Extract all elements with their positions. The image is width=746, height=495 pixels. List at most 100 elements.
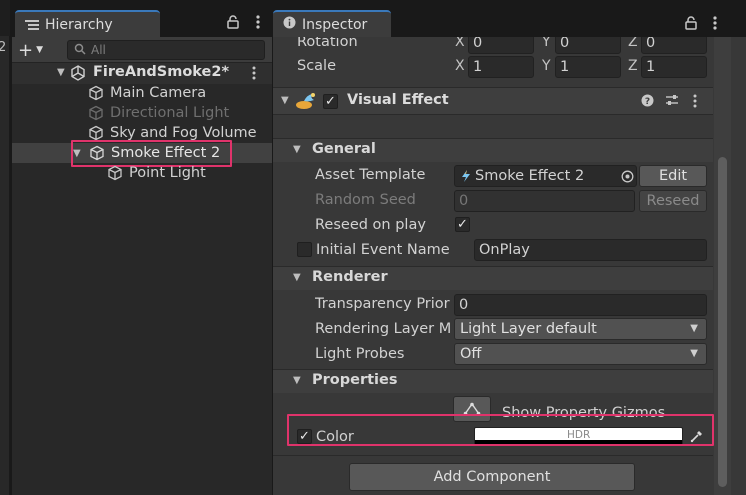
asset-template-label: Asset Template xyxy=(315,167,426,183)
inspector-tabbar: Inspector xyxy=(273,10,746,37)
vfx-asset-icon xyxy=(460,169,472,186)
rotation-x-label: X xyxy=(455,37,465,50)
tab-hierarchy-label: Hierarchy xyxy=(45,16,113,33)
transparency-priority-field[interactable]: 0 xyxy=(454,294,707,316)
tab-inspector-label: Inspector xyxy=(302,16,368,33)
chevron-down-icon: ▼ xyxy=(36,45,44,55)
random-seed-label: Random Seed xyxy=(315,192,416,208)
properties-header: Properties xyxy=(312,372,398,388)
list-icon xyxy=(25,19,39,31)
random-seed-field[interactable]: 0 xyxy=(454,190,635,212)
asset-template-field[interactable]: Smoke Effect 2 xyxy=(454,165,637,187)
tab-inspector[interactable]: Inspector xyxy=(273,10,391,37)
dropdown-arrow-icon: ▼ xyxy=(690,348,698,359)
scale-x-field[interactable]: 1 xyxy=(468,56,534,78)
hierarchy-tabbar: Hierarchy xyxy=(12,10,272,37)
light-probes-dropdown[interactable]: Off ▼ xyxy=(454,343,707,365)
rotation-x-field[interactable]: 0 xyxy=(468,37,534,54)
expand-arrow-icon[interactable]: ▼ xyxy=(293,272,301,283)
inspector-panel: Inspector Rotation X 0 Y 0 Z 0 Scale X 1… xyxy=(273,10,746,495)
scene-row[interactable]: ▼ FireAndSmoke2* xyxy=(12,63,272,84)
general-header: General xyxy=(312,141,376,157)
hierarchy-item-directional-light[interactable]: Directional Light xyxy=(88,103,229,123)
rotation-z-label: Z xyxy=(628,37,638,50)
gameobject-cube-icon xyxy=(107,165,123,181)
gameobject-cube-icon xyxy=(88,85,104,101)
plus-icon: + xyxy=(18,39,34,61)
scale-z-label: Z xyxy=(628,58,638,74)
rendering-layer-mask-dropdown[interactable]: Light Layer default ▼ xyxy=(454,318,707,340)
search-icon xyxy=(74,43,86,58)
initial-event-checkbox[interactable] xyxy=(297,242,312,257)
info-icon xyxy=(283,16,296,33)
visual-effect-header[interactable]: ▼ ✓ Visual Effect ? xyxy=(273,87,713,115)
general-foldout[interactable]: ▼ General xyxy=(273,138,713,162)
expand-arrow-icon[interactable]: ▼ xyxy=(57,67,65,78)
add-component-button[interactable]: Add Component xyxy=(349,463,635,491)
rotation-label: Rotation xyxy=(297,37,358,50)
visual-effect-enabled-checkbox[interactable]: ✓ xyxy=(323,94,338,109)
expand-arrow-icon[interactable]: ▼ xyxy=(281,95,289,106)
hierarchy-item-point-light[interactable]: Point Light xyxy=(107,163,206,183)
scrollbar-thumb[interactable] xyxy=(718,157,727,487)
scale-x-label: X xyxy=(455,58,465,74)
visual-effect-icon xyxy=(295,92,317,114)
scale-y-field[interactable]: 1 xyxy=(555,56,621,78)
hierarchy-toolbar: + ▼ All xyxy=(12,37,272,63)
properties-foldout[interactable]: ▼ Properties xyxy=(273,369,713,393)
hierarchy-panel: Hierarchy + ▼ All ▼ FireAndSmoke2* Main … xyxy=(12,10,272,495)
object-picker-icon[interactable] xyxy=(621,169,634,186)
add-component-area: Add Component xyxy=(273,455,713,495)
rotation-y-label: Y xyxy=(542,37,551,50)
hierarchy-item-label: Sky and Fog Volume xyxy=(110,125,257,141)
create-button[interactable]: + ▼ xyxy=(18,39,52,61)
dropdown-arrow-icon: ▼ xyxy=(690,323,698,334)
inspector-scrollbar[interactable] xyxy=(714,37,731,495)
scene-name: FireAndSmoke2* xyxy=(93,64,230,80)
component-more-icon[interactable] xyxy=(693,94,697,112)
hierarchy-item-label: Point Light xyxy=(129,165,206,181)
svg-text:?: ? xyxy=(645,97,650,107)
rendering-layer-mask-value: Light Layer default xyxy=(460,321,597,337)
hierarchy-item-label: Main Camera xyxy=(110,85,207,101)
highlight-box-color xyxy=(287,414,714,446)
rotation-y-field[interactable]: 0 xyxy=(555,37,621,54)
transparency-priority-label: Transparency Prior xyxy=(315,296,450,312)
scale-z-field[interactable]: 1 xyxy=(641,56,707,78)
light-probes-label: Light Probes xyxy=(315,346,405,362)
unity-logo-icon xyxy=(70,65,86,85)
asset-template-value: Smoke Effect 2 xyxy=(475,168,585,184)
hierarchy-item-main-camera[interactable]: Main Camera xyxy=(88,83,206,103)
lock-icon[interactable] xyxy=(227,15,239,33)
scale-label: Scale xyxy=(297,58,337,74)
more-options-icon[interactable] xyxy=(713,15,717,35)
hierarchy-search-input[interactable]: All xyxy=(67,40,265,60)
left-panel-digit: 2 xyxy=(0,40,7,55)
reseed-on-play-label: Reseed on play xyxy=(315,217,426,233)
inspector-body: Rotation X 0 Y 0 Z 0 Scale X 1 Y 1 Z 1 ▼… xyxy=(273,37,746,495)
expand-arrow-icon[interactable]: ▼ xyxy=(293,144,301,155)
reseed-button[interactable]: Reseed xyxy=(639,190,707,212)
lock-icon[interactable] xyxy=(685,16,697,34)
reseed-on-play-checkbox[interactable]: ✓ xyxy=(455,217,470,232)
expand-arrow-icon[interactable]: ▼ xyxy=(293,375,301,386)
rotation-z-field[interactable]: 0 xyxy=(641,37,707,54)
rendering-layer-mask-label: Rendering Layer M xyxy=(315,321,451,337)
help-icon[interactable]: ? xyxy=(641,94,654,111)
gameobject-cube-icon xyxy=(88,125,104,141)
hierarchy-item-label: Directional Light xyxy=(110,105,230,121)
tab-hierarchy[interactable]: Hierarchy xyxy=(15,10,160,37)
scale-y-label: Y xyxy=(542,58,551,74)
initial-event-label: Initial Event Name xyxy=(316,242,450,258)
gameobject-cube-icon xyxy=(88,105,104,121)
search-placeholder: All xyxy=(91,43,106,57)
light-probes-value: Off xyxy=(460,346,482,362)
left-panel-edge: 2 xyxy=(0,0,10,495)
scene-more-icon[interactable] xyxy=(252,66,256,84)
edit-button[interactable]: Edit xyxy=(639,165,707,187)
more-options-icon[interactable] xyxy=(256,14,260,34)
presets-icon[interactable] xyxy=(665,94,679,111)
renderer-foldout[interactable]: ▼ Renderer xyxy=(273,266,713,290)
renderer-header: Renderer xyxy=(312,269,388,285)
initial-event-field[interactable]: OnPlay xyxy=(474,239,707,261)
